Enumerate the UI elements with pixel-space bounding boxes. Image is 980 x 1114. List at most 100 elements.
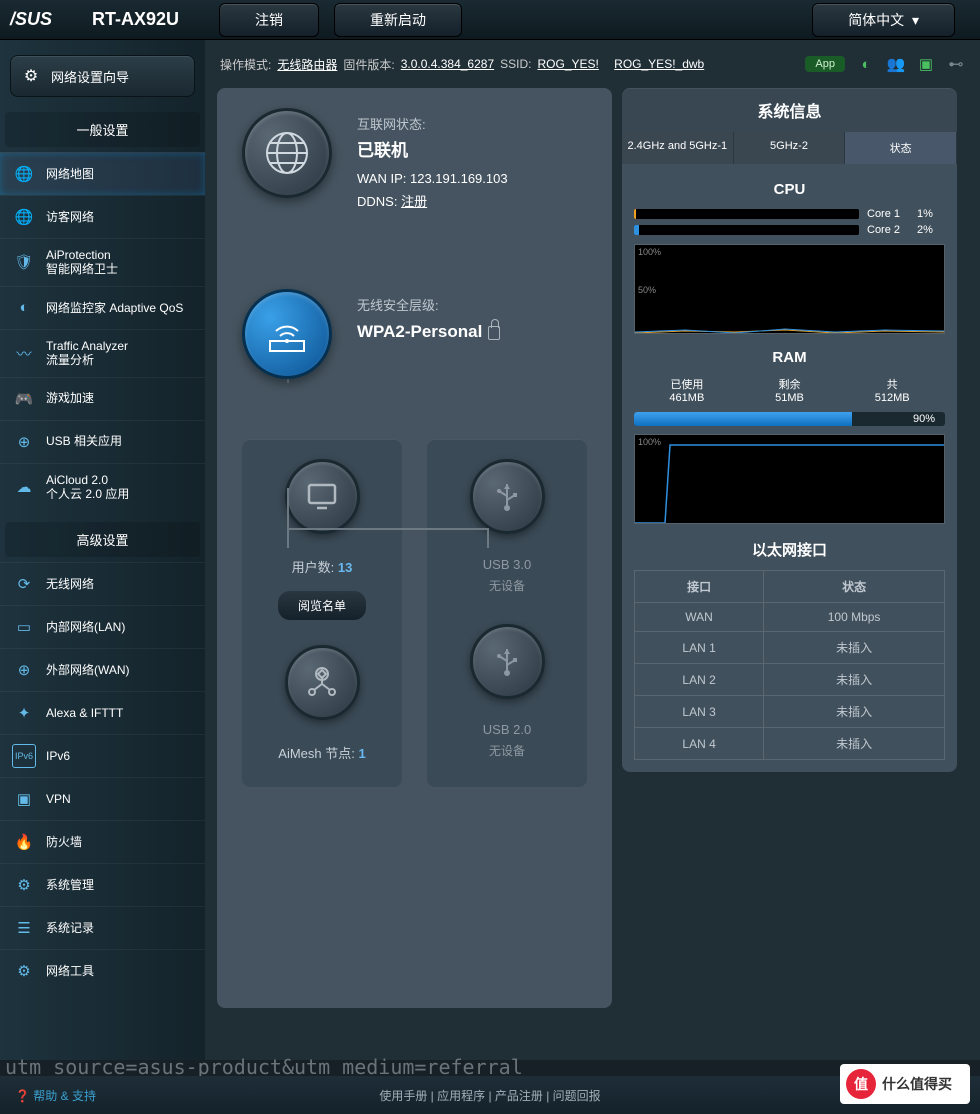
quick-setup-button[interactable]: ⚙ 网络设置向导 xyxy=(10,55,195,97)
sidebar-item-wan[interactable]: ⊕外部网络(WAN) xyxy=(0,648,205,691)
sidebar-item-aiprotection[interactable]: 🛡AiProtection 智能网络卫士 xyxy=(0,238,205,286)
vpn-icon: ▣ xyxy=(12,787,36,811)
footer: ❓ 帮助 & 支持 使用手册 | 应用程序 | 产品注册 | 问题回报 FAQ … xyxy=(0,1076,980,1114)
cpu-graph: 100% 50% xyxy=(634,244,945,334)
speedtest-icon[interactable]: ◐ xyxy=(857,55,875,73)
main-content: 操作模式: 无线路由器 固件版本: 3.0.0.4.384_6287 SSID:… xyxy=(205,40,980,1060)
table-row: LAN 2未插入 xyxy=(635,664,945,696)
sidebar-item-aicloud[interactable]: ☁AiCloud 2.0 个人云 2.0 应用 xyxy=(0,463,205,511)
footer-links[interactable]: 使用手册 | 应用程序 | 产品注册 | 问题回报 xyxy=(379,1087,600,1104)
network-map-panel: 互联网状态: 已联机 WAN IP: 123.191.169.103 DDNS:… xyxy=(217,88,612,1008)
guest-icon: 🌐 xyxy=(12,205,36,229)
sidebar-item-administration[interactable]: ⚙系统管理 xyxy=(0,863,205,906)
badge-icon: 值 xyxy=(846,1069,876,1099)
top-bar: /SUS RT-AX92U 注销 重新启动 简体中文 ▾ xyxy=(0,0,980,40)
fw-link[interactable]: 3.0.0.4.384_6287 xyxy=(401,57,494,71)
tools-icon: ⚙ xyxy=(12,959,36,983)
sidebar-item-vpn[interactable]: ▣VPN xyxy=(0,777,205,820)
usb-status-icon[interactable]: ⊷ xyxy=(947,55,965,73)
tab-24-5g1[interactable]: 2.4GHz and 5GHz-1 xyxy=(622,132,734,164)
fw-label: 固件版本: xyxy=(343,56,394,73)
sidebar-item-syslog[interactable]: ☰系统记录 xyxy=(0,906,205,949)
wireless-label: 无线安全层级: xyxy=(357,294,500,317)
sidebar-item-game-boost[interactable]: 🎮游戏加速 xyxy=(0,377,205,420)
browse-clients-button[interactable]: 阅览名单 xyxy=(278,591,366,620)
app-badge[interactable]: App xyxy=(805,56,845,72)
ram-total: 512MB xyxy=(875,392,910,404)
router-icon[interactable] xyxy=(242,289,332,379)
usb2-status: 无设备 xyxy=(437,742,577,759)
logout-button[interactable]: 注销 xyxy=(219,3,319,37)
tab-5g2[interactable]: 5GHz-2 xyxy=(734,132,846,164)
gamepad-icon: 🎮 xyxy=(12,387,36,411)
core2-label: Core 2 xyxy=(867,224,909,236)
internet-icon[interactable] xyxy=(242,108,332,198)
status-icon[interactable]: ▣ xyxy=(917,55,935,73)
ddns-label: DDNS: xyxy=(357,194,397,209)
internet-status: 已联机 xyxy=(357,136,508,167)
mode-link[interactable]: 无线路由器 xyxy=(277,56,337,73)
ssid2[interactable]: ROG_YES!_dwb xyxy=(614,57,704,71)
usb2-icon[interactable] xyxy=(470,624,545,699)
gauge-icon: ◐ xyxy=(12,296,36,320)
usb-icon: ⊕ xyxy=(12,430,36,454)
aimesh-icon[interactable] xyxy=(285,645,360,720)
table-row: WAN100 Mbps xyxy=(635,603,945,632)
users-icon[interactable]: 👥 xyxy=(887,55,905,73)
ddns-link[interactable]: 注册 xyxy=(401,194,427,209)
connector-line xyxy=(287,528,289,548)
usb3-status: 无设备 xyxy=(437,577,577,594)
wizard-label: 网络设置向导 xyxy=(51,67,129,86)
sidebar-item-ipv6[interactable]: IPv6IPv6 xyxy=(0,734,205,777)
ssid1[interactable]: ROG_YES! xyxy=(537,57,598,71)
section-general: 一般设置 xyxy=(5,112,200,147)
sidebar-item-traffic-analyzer[interactable]: 〰Traffic Analyzer 流量分析 xyxy=(0,329,205,377)
ethernet-table: 接口状态 WAN100 Mbps LAN 1未插入 LAN 2未插入 LAN 3… xyxy=(634,570,945,760)
tab-status[interactable]: 状态 xyxy=(845,132,957,164)
reboot-button[interactable]: 重新启动 xyxy=(334,3,462,37)
sidebar-item-nettools[interactable]: ⚙网络工具 xyxy=(0,949,205,992)
lock-icon xyxy=(488,326,500,340)
sidebar: ⚙ 网络设置向导 一般设置 🌐网络地图 🌐访客网络 🛡AiProtection … xyxy=(0,40,205,1060)
clients-count: 13 xyxy=(338,560,352,575)
wireless-card: 无线安全层级: WPA2-Personal xyxy=(217,289,612,379)
aimesh-count: 1 xyxy=(358,746,365,761)
monitor-icon[interactable] xyxy=(285,459,360,534)
alexa-icon: ✦ xyxy=(12,701,36,725)
wan-ip: 123.191.169.103 xyxy=(410,171,508,186)
ram-title: RAM xyxy=(634,349,945,366)
wireless-mode: WPA2-Personal xyxy=(357,322,482,341)
connector-line xyxy=(487,528,489,548)
cloud-icon: ☁ xyxy=(12,475,36,499)
usb-card: USB 3.0 无设备 USB 2.0 无设备 xyxy=(427,439,587,787)
help-link[interactable]: ❓ 帮助 & 支持 xyxy=(15,1087,96,1104)
ssid-label: SSID: xyxy=(500,57,531,71)
ipv6-icon: IPv6 xyxy=(12,744,36,768)
ram-free: 51MB xyxy=(775,392,804,404)
sidebar-item-lan[interactable]: ▭内部网络(LAN) xyxy=(0,605,205,648)
sidebar-item-network-map[interactable]: 🌐网络地图 xyxy=(0,152,205,195)
mode-label: 操作模式: xyxy=(220,56,271,73)
pulse-icon: 〰 xyxy=(12,341,36,365)
ram-total-label: 共 xyxy=(875,376,910,392)
core2-pct: 2% xyxy=(917,224,945,236)
table-row: LAN 4未插入 xyxy=(635,728,945,760)
sidebar-item-alexa[interactable]: ✦Alexa & IFTTT xyxy=(0,691,205,734)
clients-label: 用户数: xyxy=(292,560,335,575)
sidebar-item-usb-app[interactable]: ⊕USB 相关应用 xyxy=(0,420,205,463)
shield-icon: 🛡 xyxy=(12,250,36,274)
wifi-icon: ⟳ xyxy=(12,572,36,596)
sidebar-item-guest-network[interactable]: 🌐访客网络 xyxy=(0,195,205,238)
table-row: LAN 1未插入 xyxy=(635,632,945,664)
ram-graph: 100% xyxy=(634,434,945,524)
fire-icon: 🔥 xyxy=(12,830,36,854)
usb3-icon[interactable] xyxy=(470,459,545,534)
sidebar-item-firewall[interactable]: 🔥防火墙 xyxy=(0,820,205,863)
usb3-label: USB 3.0 xyxy=(437,557,577,572)
language-select[interactable]: 简体中文 ▾ xyxy=(812,3,955,37)
connector-line xyxy=(287,488,289,528)
system-title: 系统信息 xyxy=(622,88,957,132)
cpu-core-2: Core 2 2% xyxy=(634,224,945,236)
sidebar-item-wireless[interactable]: ⟳无线网络 xyxy=(0,562,205,605)
sidebar-item-qos[interactable]: ◐网络监控家 Adaptive QoS xyxy=(0,286,205,329)
